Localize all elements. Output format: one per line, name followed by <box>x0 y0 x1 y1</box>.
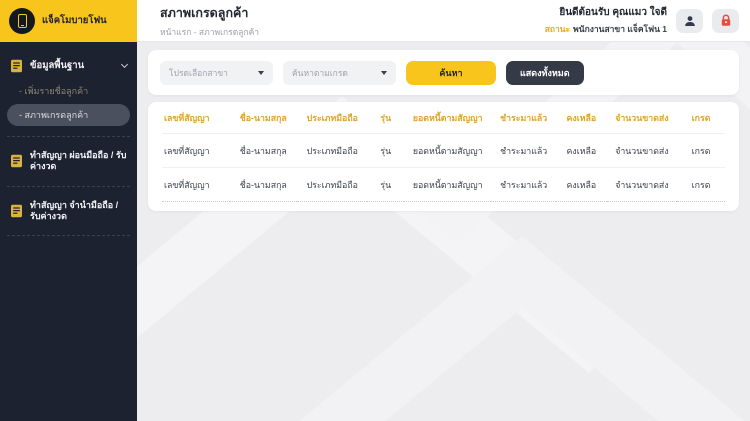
sidebar-group-label: ข้อมูลพื้นฐาน <box>30 60 85 71</box>
column-header: ชำระมาแล้ว <box>491 103 557 134</box>
sidebar-submenu: - เพิ่มรายชื่อลูกค้า - สภาพเกรดลูกค้า <box>0 78 137 134</box>
document-icon <box>11 204 22 217</box>
table-cell: รุ่น <box>367 133 405 168</box>
user-text: ยินดีต้อนรับ คุณแมว ใจดี สถานะ พนักงานสาข… <box>545 5 667 36</box>
table-cell: เกรด <box>677 167 725 202</box>
app-logo-bar: แจ็คโมบายโฟน <box>0 0 137 42</box>
table-row: เลขที่สัญญา ชื่อ-นามสกุล ประเภทมือถือ รุ… <box>162 167 725 202</box>
column-header: ชื่อ-นามสกุล <box>229 103 298 134</box>
sidebar-item-label: ทำสัญญา ผ่อนมือถือ / รับค่างวด <box>30 150 127 172</box>
status-value: พนักงานสาขา แจ็คโฟน 1 <box>573 24 667 34</box>
sidebar-divider <box>7 136 130 137</box>
sidebar-item-add-customer[interactable]: - เพิ่มรายชื่อลูกค้า <box>7 80 130 102</box>
grade-select-placeholder: ค้นหาตามเกรด <box>292 67 348 78</box>
caret-down-icon <box>258 70 264 75</box>
document-icon <box>11 155 22 168</box>
column-header: ประเภทมือถือ <box>297 103 368 134</box>
column-header: เลขที่สัญญา <box>162 103 230 134</box>
table-cell: ชำระมาแล้ว <box>491 167 557 202</box>
table-cell: ยอดหนี้ตามสัญญา <box>404 167 492 202</box>
table-cell: ชำระมาแล้ว <box>491 133 557 168</box>
content-area: โปรดเลือกสาขา ค้นหาตามเกรด ค้นหา แสดงทั้… <box>137 42 750 421</box>
lock-icon <box>721 14 730 26</box>
table-header-row: เลขที่สัญญา ชื่อ-นามสกุล ประเภทมือถือ รุ… <box>162 103 725 134</box>
app-logo <box>9 8 35 34</box>
table-cell: จำนวนขาดส่ง <box>606 167 678 202</box>
sidebar: แจ็คโมบายโฟน ข้อมูลพื้นฐาน - เพิ่มรายชื่… <box>0 0 137 421</box>
table-cell: ประเภทมือถือ <box>297 133 368 168</box>
status-line: สถานะ พนักงานสาขา แจ็คโฟน 1 <box>545 22 667 36</box>
grade-select[interactable]: ค้นหาตามเกรด <box>283 60 396 85</box>
table-cell: ชื่อ-นามสกุล <box>229 133 298 168</box>
sidebar-nav: ข้อมูลพื้นฐาน - เพิ่มรายชื่อลูกค้า - สภา… <box>0 42 137 238</box>
sidebar-item-installment-contract[interactable]: ทำสัญญา ผ่อนมือถือ / รับค่างวด <box>0 139 137 184</box>
search-button[interactable]: ค้นหา <box>406 60 496 85</box>
status-label: สถานะ <box>544 24 571 34</box>
column-header: คงเหลือ <box>556 103 607 134</box>
sidebar-divider <box>7 185 130 187</box>
grade-table: เลขที่สัญญา ชื่อ-นามสกุล ประเภทมือถือ รุ… <box>162 103 725 202</box>
title-block: สภาพเกรดลูกค้า หน้าแรก - สภาพเกรดลูกค้า <box>160 3 259 39</box>
sidebar-item-label: ทำสัญญา จำนำมือถือ / รับค่างวด <box>30 199 119 221</box>
table-row: เลขที่สัญญา ชื่อ-นามสกุล ประเภทมือถือ รุ… <box>162 133 725 168</box>
table-cell: ประเภทมือถือ <box>297 167 368 202</box>
show-all-button[interactable]: แสดงทั้งหมด <box>506 60 584 85</box>
table-cell: จำนวนขาดส่ง <box>606 133 678 168</box>
table-cell: เลขที่สัญญา <box>162 133 230 168</box>
logout-button[interactable] <box>712 8 739 33</box>
document-icon <box>11 59 22 72</box>
column-header: ยอดหนี้ตามสัญญา <box>404 103 492 134</box>
filter-card: โปรดเลือกสาขา ค้นหาตามเกรด ค้นหา แสดงทั้… <box>148 50 739 95</box>
sidebar-group-basic-data[interactable]: ข้อมูลพื้นฐาน <box>0 52 137 78</box>
table-cell: คงเหลือ <box>556 167 607 202</box>
column-header: จำนวนขาดส่ง <box>606 103 678 134</box>
phone-icon <box>17 14 27 28</box>
sidebar-item-customer-grade[interactable]: - สภาพเกรดลูกค้า <box>7 104 130 126</box>
sidebar-item-pawn-contract[interactable]: ทำสัญญา จำนำมือถือ / รับค่างวด <box>0 189 137 234</box>
branch-select[interactable]: โปรดเลือกสาขา <box>160 60 273 85</box>
table-cell: คงเหลือ <box>556 133 607 168</box>
breadcrumb: หน้าแรก - สภาพเกรดลูกค้า <box>160 26 260 37</box>
column-header: เกรด <box>677 103 725 134</box>
topbar: สภาพเกรดลูกค้า หน้าแรก - สภาพเกรดลูกค้า … <box>137 0 750 42</box>
user-icon <box>684 15 695 26</box>
branch-select-placeholder: โปรดเลือกสาขา <box>169 67 228 78</box>
welcome-text: ยินดีต้อนรับ คุณแมว ใจดี <box>559 7 667 18</box>
table-cell: ยอดหนี้ตามสัญญา <box>404 133 492 168</box>
sidebar-divider <box>7 235 130 236</box>
app-name: แจ็คโมบายโฟน <box>42 14 107 26</box>
user-block: ยินดีต้อนรับ คุณแมว ใจดี สถานะ พนักงานสาข… <box>545 5 739 36</box>
table-cell: เลขที่สัญญา <box>162 167 230 202</box>
grade-table-card: เลขที่สัญญา ชื่อ-นามสกุล ประเภทมือถือ รุ… <box>148 102 739 211</box>
column-header: รุ่น <box>367 103 405 134</box>
table-cell: ชื่อ-นามสกุล <box>229 167 298 202</box>
table-cell: เกรด <box>677 133 725 168</box>
main-area: สภาพเกรดลูกค้า หน้าแรก - สภาพเกรดลูกค้า … <box>137 0 750 421</box>
background-chevron-pattern <box>137 42 750 421</box>
table-cell: รุ่น <box>367 167 405 202</box>
caret-down-icon <box>381 70 387 75</box>
chevron-down-icon <box>120 60 129 68</box>
profile-button[interactable] <box>676 8 703 33</box>
page-title: สภาพเกรดลูกค้า <box>160 5 249 20</box>
